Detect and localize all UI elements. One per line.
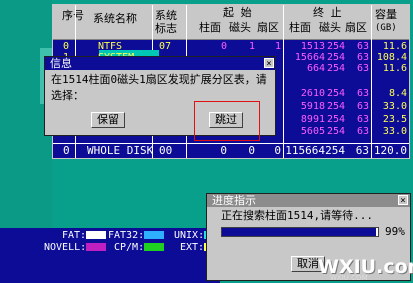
info-dialog-title: 信息 [50,57,72,70]
info-dialog-close-button[interactable]: × [264,58,274,69]
highlight-box [194,101,260,141]
row-capacity: 23.5 [382,114,407,125]
header-start-cyl: 柱面 [199,21,221,34]
whole-disk-capacity: 120.0 [373,144,407,157]
progress-dialog-close-button[interactable]: × [398,195,408,206]
header-name: 系统名称 [93,12,137,25]
whole-disk-row[interactable]: 0 WHOLE DISK 00 0 0 0 115664 254 63 120.… [53,145,409,157]
legend-cpm-label: CP/M: [114,242,145,253]
header-start: 起 始 [223,6,252,19]
progress-dialog-titlebar: 进度指示 × [207,194,410,207]
legend-novell-label: NOVELL: [44,242,87,253]
legend-fat32-swatch [144,231,164,239]
keep-button[interactable]: 保留 [91,112,125,128]
whole-disk-name: WHOLE DISK [87,144,154,157]
whole-disk-start-cyl: 0 [220,144,227,157]
legend-unix-label: UNIX: [174,230,205,241]
legend-cpm-swatch [144,243,164,251]
legend-fat-swatch [86,231,106,239]
legend-fat-label: FAT: [62,230,87,241]
header-start-head: 磁头 [229,21,251,34]
whole-disk-id: 00 [159,144,173,157]
row-end-cyl: 5605 [300,126,325,137]
header-end-sector: 扇区 [345,21,367,34]
row-end-head: 254 [326,101,345,112]
row-capacity: 8.4 [388,88,407,99]
whole-disk-end-cyl: 115664 [285,144,325,157]
row-capacity: 33.0 [382,101,407,112]
header-id: 系统标志 [155,9,177,35]
row-end-head: 254 [326,126,345,137]
info-dialog-titlebar: 信息 × [45,57,275,70]
progress-message: 正在搜索柱面1514,请等待... [221,209,373,222]
row-end-cyl: 8991 [300,114,325,125]
legend-fat32-label: FAT32: [108,230,145,241]
progress-dialog-title: 进度指示 [212,194,256,207]
header-end-head: 磁头 [319,21,341,34]
legend-novell-swatch [86,243,106,251]
row-end-head: 254 [326,88,345,99]
progress-percent: 99% [385,225,405,238]
header-capacity: 容量 [375,8,397,21]
filesystem-legend: FAT: FAT32: UNIX: NOVELL: CP/M: EXT: [0,228,220,283]
table-header: 序号 系统名称 系统标志 起 始 柱面 磁头 扇区 终 止 柱面 磁头 扇区 容… [53,5,409,40]
row-end-cyl: 5918 [300,101,325,112]
row-capacity: 33.0 [382,126,407,137]
header-seq: 序号 [62,9,84,22]
progress-bar-fill [222,228,377,236]
info-dialog-message: 在1514柱面0磁头1扇区发现扩展分区表，请选择： [51,73,267,102]
progress-bar [221,227,379,237]
watermark-subtext: WXIU.COM [330,274,368,282]
whole-disk-end-head: 254 [325,144,345,157]
whole-disk-num: 0 [63,144,70,157]
header-end: 终 止 [313,6,342,19]
header-unit: (GB) [375,23,397,33]
whole-disk-start-sector: 0 [274,144,281,157]
row-end-head: 254 [326,114,345,125]
header-end-cyl: 柱面 [289,21,311,34]
legend-ext-label: EXT: [180,242,205,253]
row-end-cyl: 2610 [300,88,325,99]
whole-disk-start-head: 0 [248,144,255,157]
header-start-sector: 扇区 [257,21,279,34]
